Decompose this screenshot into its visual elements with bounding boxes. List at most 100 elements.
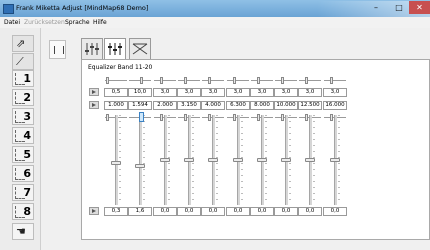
gain-slider[interactable] xyxy=(330,115,340,205)
gain-slider[interactable] xyxy=(233,115,243,205)
q-value-field[interactable]: 3,0 xyxy=(201,88,225,97)
frequency-row-button[interactable] xyxy=(89,101,99,109)
preset-number: 2 xyxy=(23,91,31,104)
q-value-field[interactable]: 3,0 xyxy=(323,88,347,97)
gain-value-field[interactable]: 1,6 xyxy=(128,207,152,216)
q-slider[interactable] xyxy=(153,77,177,84)
gain-slider-knob[interactable] xyxy=(160,158,170,162)
preset-arrow-button[interactable]: ⇗ xyxy=(12,35,34,52)
preset-button-2[interactable]: 2 xyxy=(12,89,34,106)
gain-value-field[interactable]: 0,0 xyxy=(323,207,347,216)
gain-slider[interactable] xyxy=(281,115,291,205)
gain-row-button[interactable] xyxy=(89,207,99,215)
gain-slider[interactable] xyxy=(160,115,170,205)
frequency-value-field[interactable]: 4.000 xyxy=(201,101,225,110)
q-slider-knob[interactable] xyxy=(257,77,260,84)
gain-slider[interactable] xyxy=(305,115,315,205)
preset-arrow-icon: ⇗ xyxy=(16,37,26,50)
gain-slider-knob[interactable] xyxy=(233,158,243,162)
q-slider-knob[interactable] xyxy=(281,77,284,84)
gain-slider[interactable] xyxy=(257,115,267,205)
gain-slider-knob[interactable] xyxy=(305,158,315,162)
preset-button-3[interactable]: 3 xyxy=(12,108,34,125)
frequency-value-field[interactable]: 12.500 xyxy=(298,101,322,110)
q-slider[interactable] xyxy=(128,77,152,84)
minimize-button[interactable]: – xyxy=(365,1,387,14)
menu-sprache[interactable]: Sprache xyxy=(65,19,90,26)
q-slider[interactable] xyxy=(298,77,322,84)
gain-slider-knob[interactable] xyxy=(330,158,340,162)
maximize-button[interactable]: □ xyxy=(388,1,410,14)
preset-button-1[interactable]: 1 xyxy=(12,70,34,87)
q-slider[interactable] xyxy=(104,77,128,84)
q-value-field[interactable]: 10,0 xyxy=(128,88,152,97)
q-value-field[interactable]: 3,0 xyxy=(177,88,201,97)
tab-equalizer-11-20[interactable] xyxy=(104,38,126,60)
frequency-value-field[interactable]: 10.000 xyxy=(274,101,298,110)
q-slider-knob[interactable] xyxy=(305,77,308,84)
gain-value-field[interactable]: 0,0 xyxy=(274,207,298,216)
q-value-field[interactable]: 3,0 xyxy=(226,88,250,97)
preset-slash-button[interactable]: ⟋ xyxy=(12,53,34,70)
preset-button-6[interactable]: 6 xyxy=(12,165,34,182)
frequency-value-field[interactable]: 2.000 xyxy=(153,101,177,110)
q-value-field[interactable]: 0,5 xyxy=(104,88,128,97)
preset-button-4[interactable]: 4 xyxy=(12,127,34,144)
frequency-value-field[interactable]: 8.000 xyxy=(250,101,274,110)
frequency-slider-highlight[interactable] xyxy=(139,112,144,122)
preset-button-7[interactable]: 7 xyxy=(12,184,34,201)
q-value-field[interactable]: 3,0 xyxy=(250,88,274,97)
q-slider-knob[interactable] xyxy=(233,77,236,84)
gain-value-field[interactable]: 0,0 xyxy=(250,207,274,216)
q-slider-knob[interactable] xyxy=(184,77,187,84)
gain-slider[interactable] xyxy=(208,115,218,205)
q-slider-knob[interactable] xyxy=(330,77,333,84)
gain-slider[interactable] xyxy=(135,115,145,205)
menu-hilfe[interactable]: Hilfe xyxy=(93,19,107,26)
q-slider[interactable] xyxy=(323,77,347,84)
close-button[interactable]: ✕ xyxy=(409,1,430,14)
menu-zuruecksetzen[interactable]: Zurücksetzen xyxy=(24,19,65,26)
gain-slider-knob[interactable] xyxy=(184,158,194,162)
q-slider-knob[interactable] xyxy=(106,77,109,84)
q-slider[interactable] xyxy=(250,77,274,84)
frequency-value-field[interactable]: 1.594 xyxy=(128,101,152,110)
q-slider-knob[interactable] xyxy=(140,77,143,84)
gain-slider-knob[interactable] xyxy=(208,158,218,162)
preset-button-8[interactable]: 8 xyxy=(12,203,34,220)
preset-button-5[interactable]: 5 xyxy=(12,146,34,163)
gain-value-field[interactable]: 0,0 xyxy=(177,207,201,216)
gain-value-field[interactable]: 0,0 xyxy=(201,207,225,216)
gain-slider-knob[interactable] xyxy=(111,161,121,165)
gain-value-field[interactable]: 0,0 xyxy=(298,207,322,216)
q-slider-knob[interactable] xyxy=(208,77,211,84)
frequency-value-field[interactable]: 3.150 xyxy=(177,101,201,110)
frequency-value-field[interactable]: 6.300 xyxy=(226,101,250,110)
q-value-field[interactable]: 3,0 xyxy=(274,88,298,97)
q-slider[interactable] xyxy=(201,77,225,84)
tab-crossover[interactable] xyxy=(129,38,151,60)
gain-slider-knob[interactable] xyxy=(135,164,145,168)
tab-equalizer-1-10[interactable] xyxy=(81,38,103,60)
options-button[interactable] xyxy=(49,40,66,59)
gain-slider[interactable] xyxy=(111,115,121,205)
frequency-value-field[interactable]: 1.000 xyxy=(104,101,128,110)
gain-value-field[interactable]: 0,3 xyxy=(104,207,128,216)
gain-slider-knob[interactable] xyxy=(281,158,291,162)
gain-value-field[interactable]: 0,0 xyxy=(153,207,177,216)
q-slider[interactable] xyxy=(177,77,201,84)
q-value-field[interactable]: 3,0 xyxy=(153,88,177,97)
gain-value-field[interactable]: 0,0 xyxy=(226,207,250,216)
frequency-slider-knob[interactable] xyxy=(106,114,109,121)
preset-hand-button[interactable]: ☚ xyxy=(12,223,34,240)
q-row-button[interactable] xyxy=(89,88,99,96)
gain-slider-knob[interactable] xyxy=(257,158,267,162)
gain-slider[interactable] xyxy=(184,115,194,205)
q-slider[interactable] xyxy=(274,77,298,84)
frequency-value-field[interactable]: 16.000 xyxy=(323,101,347,110)
q-slider-knob[interactable] xyxy=(160,77,163,84)
q-slider[interactable] xyxy=(226,77,250,84)
equalizer-sliders-icon xyxy=(108,43,122,55)
menu-datei[interactable]: Datei xyxy=(4,19,20,26)
q-value-field[interactable]: 3,0 xyxy=(298,88,322,97)
